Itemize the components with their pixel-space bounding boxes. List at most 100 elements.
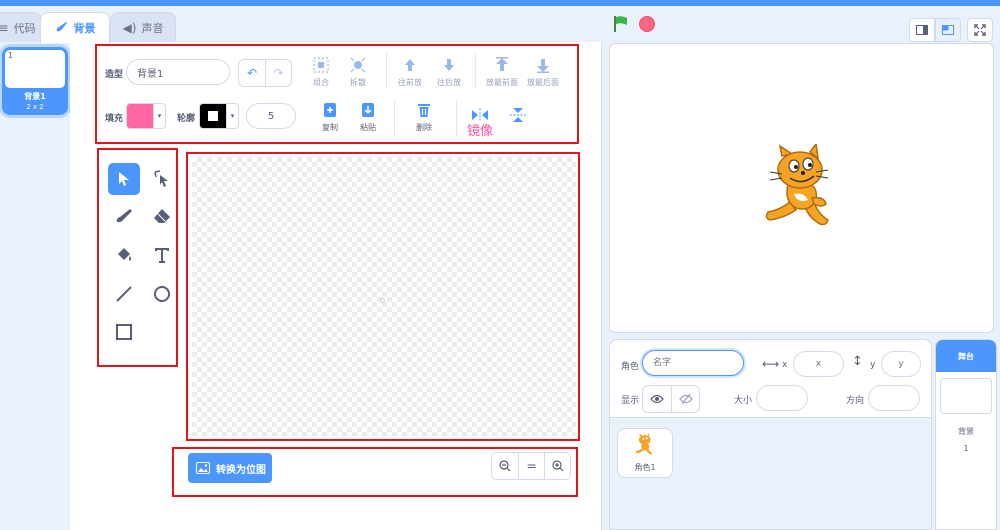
backdrops-label: 背景 <box>958 427 974 436</box>
back-icon[interactable] <box>532 56 554 74</box>
y-arrow-icon: ↕ <box>852 354 863 369</box>
toolbar-divider <box>475 52 476 88</box>
fullscreen-icon <box>974 24 986 36</box>
outline-label: 轮廓 <box>177 114 196 124</box>
costume-item[interactable]: 1 背景1 2 x 2 <box>2 47 68 115</box>
convert-to-bitmap-button[interactable]: 转换为位图 <box>188 453 272 483</box>
reshape-icon <box>154 170 168 187</box>
direction-input[interactable] <box>868 385 920 411</box>
eraser-icon <box>154 209 170 223</box>
fill-color-picker[interactable]: ▾ <box>126 103 166 129</box>
tab-sounds-label: 声音 <box>141 21 164 35</box>
convert-to-bitmap-label: 转换为位图 <box>216 464 266 476</box>
redo-icon: ↷ <box>273 66 284 80</box>
circle-tool[interactable] <box>146 278 178 310</box>
text-tool[interactable] <box>146 239 178 271</box>
show-button[interactable] <box>643 386 671 412</box>
tab-sounds[interactable]: ◀) 声音 <box>110 12 176 42</box>
undo-button[interactable]: ↶ <box>239 60 265 86</box>
outline-swatch <box>200 104 226 128</box>
front-label: 放最前面 <box>486 78 518 87</box>
rectangle-tool[interactable] <box>108 316 140 348</box>
outline-width-input[interactable]: 5 <box>246 103 296 129</box>
zoom-reset-icon: = <box>526 459 537 473</box>
delete-icon[interactable] <box>413 101 435 119</box>
fill-tool[interactable] <box>108 239 140 271</box>
eraser-tool[interactable] <box>146 200 178 232</box>
large-stage-icon <box>942 25 954 35</box>
brush-tool[interactable] <box>108 200 140 232</box>
forward-label: 往前放 <box>398 78 422 87</box>
small-stage-icon <box>916 25 928 35</box>
select-tool[interactable] <box>108 163 140 195</box>
ungroup-label: 拆散 <box>350 78 366 87</box>
visibility-toggle <box>642 385 700 413</box>
tab-backdrops[interactable]: 背景 <box>40 12 110 43</box>
code-icon: ≡ <box>0 20 9 35</box>
x-arrow-icon: ⟷ <box>762 357 780 371</box>
stage[interactable] <box>609 43 994 333</box>
brush-icon <box>55 21 69 36</box>
zoom-out-icon <box>499 460 511 472</box>
small-stage-button[interactable] <box>909 18 935 42</box>
large-stage-button[interactable] <box>935 18 961 42</box>
text-icon <box>155 248 169 263</box>
sprite-tile[interactable]: 角色1 <box>617 428 673 478</box>
line-tool[interactable] <box>108 278 140 310</box>
size-input[interactable] <box>756 385 808 411</box>
zoom-controls: = <box>491 452 571 480</box>
costume-name-input[interactable]: 背景1 <box>126 59 230 85</box>
sprite-label: 角色 <box>621 362 640 372</box>
toolbar-divider <box>386 52 387 88</box>
zoom-in-button[interactable] <box>544 453 570 479</box>
group-icon[interactable] <box>310 56 332 74</box>
backward-label: 往后放 <box>437 78 461 87</box>
stop-button[interactable] <box>639 16 655 32</box>
paste-icon[interactable] <box>357 101 379 119</box>
fill-icon <box>118 248 131 261</box>
back-label: 放最后面 <box>527 78 559 87</box>
stage-target-pane[interactable]: 舞台 背景 1 <box>935 339 997 530</box>
hide-button[interactable] <box>671 386 699 412</box>
undo-redo-group: ↶ ↷ <box>238 59 292 87</box>
costume-label: 造型 <box>105 70 124 80</box>
size-label: 大小 <box>734 396 753 406</box>
paint-canvas[interactable] <box>192 157 576 436</box>
x-label: x <box>782 360 788 370</box>
toolbar-divider <box>456 100 457 136</box>
flip-vertical-icon[interactable] <box>507 106 529 124</box>
front-icon[interactable] <box>491 56 513 74</box>
select-icon <box>119 172 129 186</box>
show-label: 显示 <box>621 396 640 406</box>
backward-icon[interactable] <box>438 56 460 74</box>
zoom-in-icon <box>551 460 563 472</box>
brush-icon <box>116 209 132 223</box>
green-flag-button[interactable] <box>613 15 629 37</box>
canvas-center-marker <box>380 298 385 303</box>
ungroup-icon[interactable] <box>347 56 369 74</box>
delete-label: 删除 <box>416 123 432 132</box>
outline-color-picker[interactable]: ▾ <box>199 103 239 129</box>
cat-sprite[interactable] <box>760 142 842 238</box>
costume-name: 背景1 <box>24 92 46 101</box>
sprite-name-input[interactable] <box>642 350 744 376</box>
fill-swatch <box>127 104 153 128</box>
outline-width-value: 5 <box>267 110 275 122</box>
sprite-pane: 角色 ⟷ x ↕ y 显示 大小 方向 <box>609 339 932 530</box>
forward-icon[interactable] <box>399 56 421 74</box>
zoom-out-button[interactable] <box>492 453 518 479</box>
copy-icon[interactable] <box>319 101 341 119</box>
stage-header <box>608 6 1000 42</box>
y-input[interactable] <box>881 351 921 377</box>
zoom-reset-button[interactable]: = <box>518 453 544 479</box>
costume-name-value: 背景1 <box>137 68 164 80</box>
x-input[interactable] <box>793 351 844 377</box>
reshape-tool[interactable] <box>146 163 178 195</box>
copy-label: 复制 <box>322 123 338 132</box>
tab-code[interactable]: ≡ 代码 <box>0 12 42 42</box>
redo-button[interactable]: ↷ <box>265 60 291 86</box>
tab-code-label: 代码 <box>13 21 36 35</box>
costume-list: 1 背景1 2 x 2 <box>0 42 70 530</box>
undo-icon: ↶ <box>246 66 258 80</box>
fullscreen-button[interactable] <box>967 18 993 42</box>
